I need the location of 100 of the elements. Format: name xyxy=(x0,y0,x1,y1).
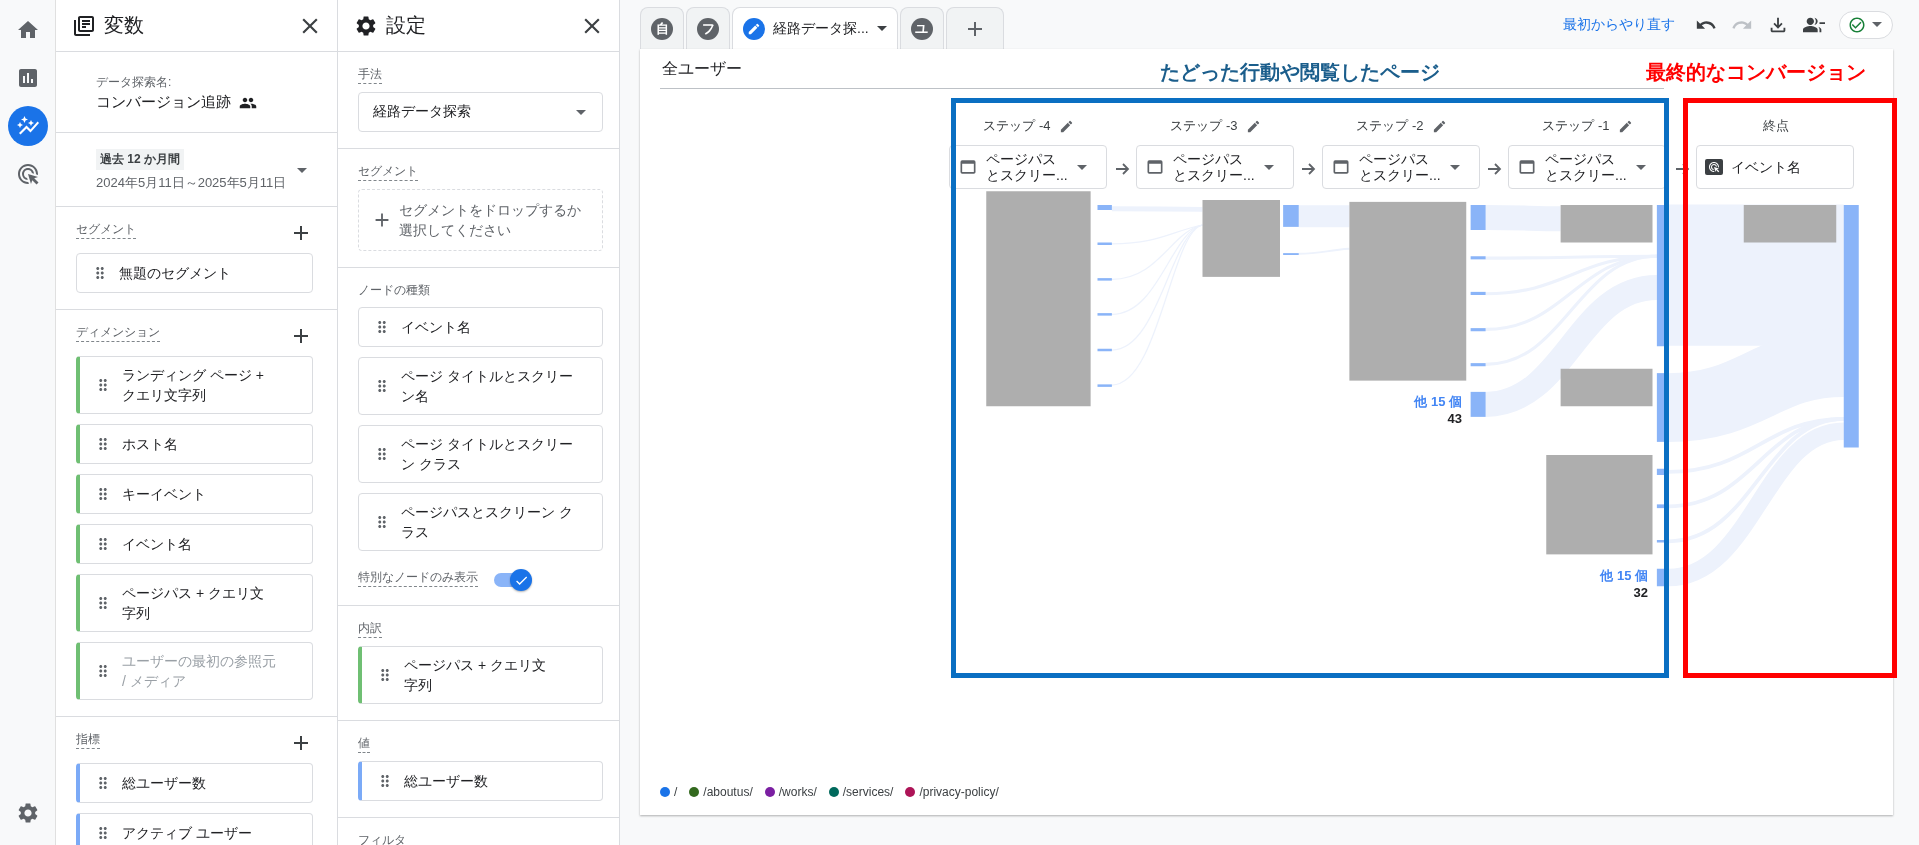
variable-chip[interactable]: ホスト名 xyxy=(76,424,313,464)
pencil-icon xyxy=(743,17,765,40)
section-label: 値 xyxy=(358,735,370,753)
segment-label: 全ユーザー xyxy=(662,59,742,79)
pencil-icon[interactable] xyxy=(1058,118,1074,134)
field-label: データ探索名: xyxy=(96,74,173,91)
window-icon xyxy=(958,157,978,177)
flow-band xyxy=(1298,205,1350,228)
section-label: セグメント xyxy=(358,163,418,181)
exploration-tab[interactable]: 経路データ探... xyxy=(732,7,898,49)
legend-label: / xyxy=(674,785,678,799)
caret-icon xyxy=(1872,22,1882,27)
others-count: 43 xyxy=(1447,411,1462,426)
cursor-target-icon xyxy=(15,162,40,186)
node-type-chip[interactable]: イベント名 xyxy=(358,307,603,347)
date-range-text: 2024年5月11日～2025年5月11日 xyxy=(96,174,288,192)
section-label: ノードの種類 xyxy=(358,282,431,299)
node-type-chip[interactable]: ページパスとスクリーン クラス xyxy=(358,493,603,551)
node-bar[interactable] xyxy=(1097,205,1112,210)
window-icon xyxy=(1331,157,1351,177)
toggle-label: 特別なノードのみ表示 xyxy=(358,569,478,587)
variable-chip[interactable]: ランディング ページ + クエリ文字列 xyxy=(76,356,313,414)
exploration-name: コンバージョン追跡 xyxy=(96,93,231,112)
exploration-tab[interactable]: ユ xyxy=(899,7,944,49)
section-label: 指標 xyxy=(76,731,100,749)
legend-label: /aboutus/ xyxy=(703,785,753,799)
variable-chip[interactable]: アクティブ ユーザー xyxy=(76,813,313,845)
annotation-title: たどった行動や閲覧したページ xyxy=(1160,60,1440,85)
reset-link[interactable]: 最初からやり直す xyxy=(1563,15,1675,34)
node-select[interactable]: イベント名 xyxy=(1696,145,1854,189)
node-bar[interactable] xyxy=(1470,363,1486,367)
node-bar[interactable] xyxy=(1470,256,1486,260)
pencil-icon[interactable] xyxy=(1245,118,1261,134)
toggle-switch[interactable] xyxy=(492,569,532,591)
section-label: ディメンション xyxy=(76,324,160,342)
exploration-tab[interactable]: 自 xyxy=(640,7,684,49)
arrow-icon xyxy=(1488,163,1502,175)
breakdown-chip[interactable]: ページパス + クエリ文字列 xyxy=(358,646,603,704)
pencil-icon[interactable] xyxy=(1617,118,1633,134)
node-bar[interactable] xyxy=(1283,205,1299,227)
caret-icon xyxy=(297,168,307,173)
caret-icon xyxy=(1636,164,1646,170)
nav-rail-button[interactable] xyxy=(7,106,48,146)
flow-band xyxy=(1297,247,1351,255)
step-label: 終点 xyxy=(1762,117,1789,135)
status-button[interactable] xyxy=(1839,10,1893,39)
variable-chip[interactable]: 総ユーザー数 xyxy=(76,763,313,803)
node-bar[interactable] xyxy=(1470,205,1486,230)
node-bar[interactable] xyxy=(1097,313,1112,316)
exploration-tab[interactable]: フ xyxy=(686,7,730,49)
variable-chip[interactable]: 無題のセグメント xyxy=(76,253,313,293)
caret-icon xyxy=(576,109,586,115)
node-bar[interactable] xyxy=(1470,328,1486,332)
node-select[interactable]: ページパスとスクリー... xyxy=(1508,145,1666,189)
panel-title: 変数 xyxy=(104,13,145,38)
legend-label: /privacy-policy/ xyxy=(919,785,999,799)
section-label: 内訳 xyxy=(358,620,382,638)
caret-icon xyxy=(1264,164,1274,170)
section-label: フィルタ xyxy=(358,832,406,845)
cursor-icon xyxy=(1705,159,1723,175)
caret-icon xyxy=(876,26,887,31)
window-icon xyxy=(1145,157,1165,177)
value-chip[interactable]: 総ユーザー数 xyxy=(358,761,603,801)
step-label: ステップ -1 xyxy=(1542,117,1610,135)
drop-zone-text: セグメントをドロップするか選択してください xyxy=(399,201,582,240)
section-label: 手法 xyxy=(358,66,382,84)
step-label: ステップ -3 xyxy=(1170,117,1238,135)
node-bar[interactable] xyxy=(1097,384,1112,387)
node-select[interactable]: ページパスとスクリー... xyxy=(1322,145,1480,189)
variable-chip[interactable]: イベント名 xyxy=(76,524,313,564)
arrow-icon xyxy=(1302,163,1316,175)
caret-icon xyxy=(1450,164,1460,170)
node-bar[interactable] xyxy=(1097,242,1112,245)
step-label: ステップ -4 xyxy=(983,117,1051,135)
arrow-icon xyxy=(1116,163,1130,175)
node-type-chip[interactable]: ページ タイトルとスクリーン名 xyxy=(358,357,603,415)
section-label: セグメント xyxy=(76,221,136,239)
technique-select[interactable]: 経路データ探索 xyxy=(358,92,603,132)
library-icon xyxy=(72,13,96,38)
add-tab-button[interactable] xyxy=(945,7,1004,49)
variable-chip[interactable]: ページパス + クエリ文字列 xyxy=(76,574,313,632)
segment-drop-zone[interactable]: セグメントをドロップするか選択してください xyxy=(358,189,603,251)
panel-title: 設定 xyxy=(386,13,427,38)
node-bar[interactable] xyxy=(1470,291,1486,295)
step-label: ステップ -2 xyxy=(1356,117,1424,135)
legend-label: /works/ xyxy=(778,785,817,799)
variable-chip[interactable]: キーイベント xyxy=(76,474,313,514)
node-bar[interactable] xyxy=(1097,278,1112,281)
node-bar[interactable] xyxy=(1470,391,1486,417)
date-preset-chip: 過去 12 か月間 xyxy=(96,149,184,170)
node-bar[interactable] xyxy=(1097,348,1112,352)
node-select[interactable]: ページパスとスクリー... xyxy=(949,145,1107,189)
window-icon xyxy=(1517,157,1537,177)
date-range-picker[interactable]: 過去 12 か月間 2024年5月11日～2025年5月11日 xyxy=(96,149,307,192)
node-type-chip[interactable]: ページ タイトルとスクリーン クラス xyxy=(358,425,603,483)
legend-label: /services/ xyxy=(842,785,894,799)
others-label[interactable]: 他 15 個 xyxy=(1600,567,1648,585)
others-label[interactable]: 他 15 個 xyxy=(1414,393,1462,411)
node-select[interactable]: ページパスとスクリー... xyxy=(1136,145,1294,189)
pencil-icon[interactable] xyxy=(1431,118,1447,134)
